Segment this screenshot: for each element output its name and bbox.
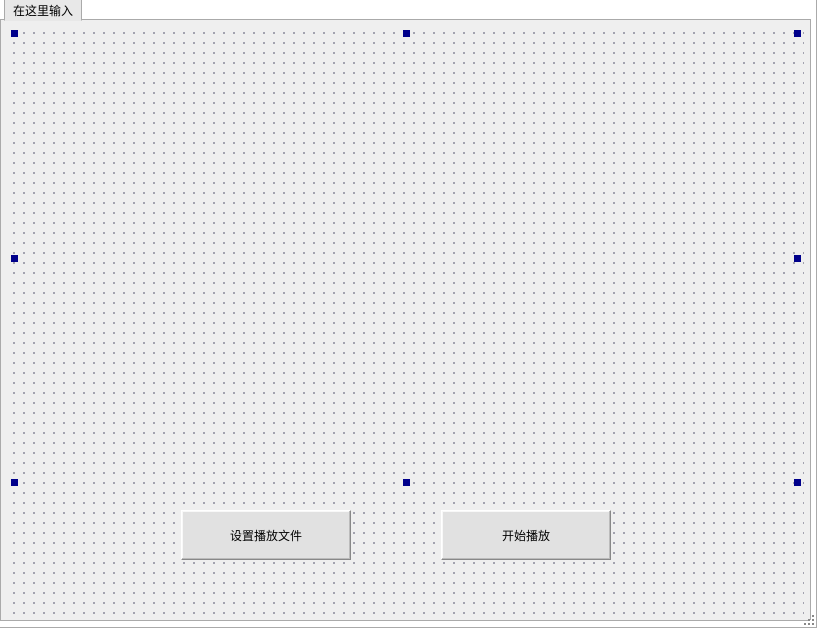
resize-handle-bottom-left[interactable]	[11, 479, 18, 486]
resize-handle-bottom-right[interactable]	[794, 479, 801, 486]
resize-handle-middle-right[interactable]	[794, 255, 801, 262]
set-playback-file-button[interactable]: 设置播放文件	[181, 510, 351, 560]
button-label: 设置播放文件	[230, 527, 302, 544]
window-resize-grip-icon[interactable]	[800, 611, 814, 625]
selected-control-rect[interactable]	[11, 30, 801, 486]
form-designer-canvas[interactable]: 设置播放文件 开始播放	[0, 19, 811, 621]
resize-handle-bottom-center[interactable]	[403, 479, 410, 486]
tab-properties[interactable]: 在这里输入	[4, 0, 82, 21]
resize-handle-top-left[interactable]	[11, 30, 18, 37]
resize-handle-top-center[interactable]	[403, 30, 410, 37]
button-label: 开始播放	[502, 527, 550, 544]
tab-header: 在这里输入	[4, 0, 82, 20]
resize-handle-top-right[interactable]	[794, 30, 801, 37]
start-playback-button[interactable]: 开始播放	[441, 510, 611, 560]
form-designer-window: 在这里输入 设置播放文件 开始播放	[0, 0, 817, 628]
resize-handle-middle-left[interactable]	[11, 255, 18, 262]
